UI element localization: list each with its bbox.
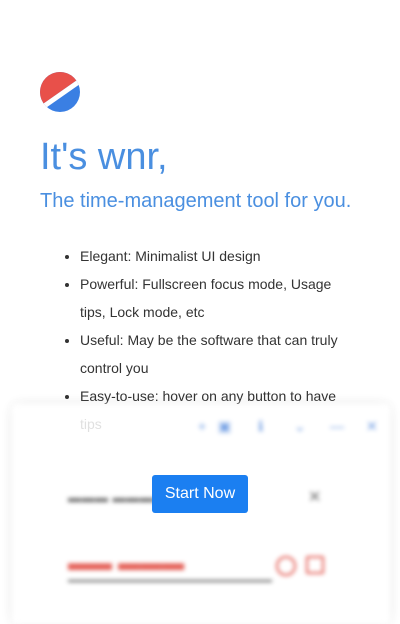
feature-item: Useful: May be the software that can tru… [80,326,350,382]
info-icon: ℹ [258,418,264,434]
preview-underline [68,580,272,582]
preview-timer: ▬▬ ▬▬▬ [68,550,185,575]
reset-icon [276,556,296,576]
page-title: It's wnr, [40,136,168,178]
calendar-icon: ▣ [218,418,232,434]
wnr-logo-icon [40,72,80,112]
feature-item: Powerful: Fullscreen focus mode, Usage t… [80,270,350,326]
feature-item: Elegant: Minimalist UI design [80,242,350,270]
plus-icon: + [198,418,207,434]
chevron-down-icon: ⌄ [294,418,306,434]
minimize-icon: — [330,418,344,434]
page-subtitle: The time-management tool for you. [40,190,352,212]
app-preview-image: + ▣ ℹ ⌄ — ✕ ▬▬▬ ▬▬▬▬▬▬ ✕ ▬▬ ▬▬▬ [12,404,390,624]
preview-close-icon: ✕ [308,489,322,506]
start-now-button[interactable]: Start Now [152,475,248,513]
close-icon: ✕ [366,418,378,434]
edit-icon [306,556,324,574]
